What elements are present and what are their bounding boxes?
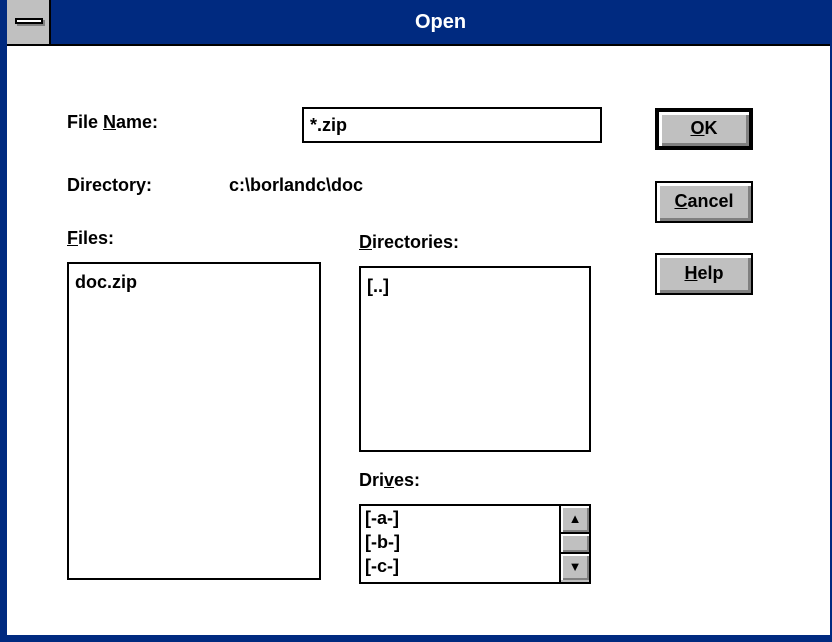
system-menu-icon xyxy=(15,18,43,24)
files-label: Files: xyxy=(67,228,115,248)
cancel-button[interactable]: Cancel xyxy=(655,181,753,223)
scroll-up-button[interactable]: ▲ xyxy=(561,506,589,532)
file-name-value: *.zip xyxy=(310,115,348,135)
arrow-down-icon: ▼ xyxy=(568,559,582,574)
drive-item[interactable]: [-c-] xyxy=(365,556,399,577)
directory-path: c:\borlandc\doc xyxy=(229,175,364,195)
drive-item[interactable]: [-a-] xyxy=(365,508,399,529)
drive-item[interactable]: [-b-] xyxy=(365,532,400,553)
drives-label: Drives: xyxy=(359,470,421,490)
file-name-input[interactable]: *.zip xyxy=(302,107,602,143)
drives-scrollbar[interactable]: ▲ ▼ xyxy=(559,506,589,582)
directories-list[interactable]: [..] xyxy=(359,266,591,452)
ok-button[interactable]: OK xyxy=(655,108,753,150)
directory-label: Directory: xyxy=(67,175,153,195)
scroll-thumb[interactable] xyxy=(561,532,589,554)
title-bar[interactable]: Open xyxy=(7,0,830,46)
help-button[interactable]: Help xyxy=(655,253,753,295)
files-list[interactable]: doc.zip xyxy=(67,262,321,580)
list-item[interactable]: [..] xyxy=(367,276,389,297)
open-dialog: Open File Name: *.zip Directory: c:\borl… xyxy=(0,0,832,642)
drives-list[interactable]: [-a-] [-b-] [-c-] ▲ ▼ xyxy=(359,504,591,584)
scroll-down-button[interactable]: ▼ xyxy=(561,554,589,580)
directories-label: Directories: xyxy=(359,232,460,252)
file-name-label: File Name: xyxy=(67,112,159,132)
arrow-up-icon: ▲ xyxy=(568,511,582,526)
window-title: Open xyxy=(414,11,467,33)
system-menu-button[interactable] xyxy=(7,0,51,44)
list-item[interactable]: doc.zip xyxy=(75,272,137,293)
